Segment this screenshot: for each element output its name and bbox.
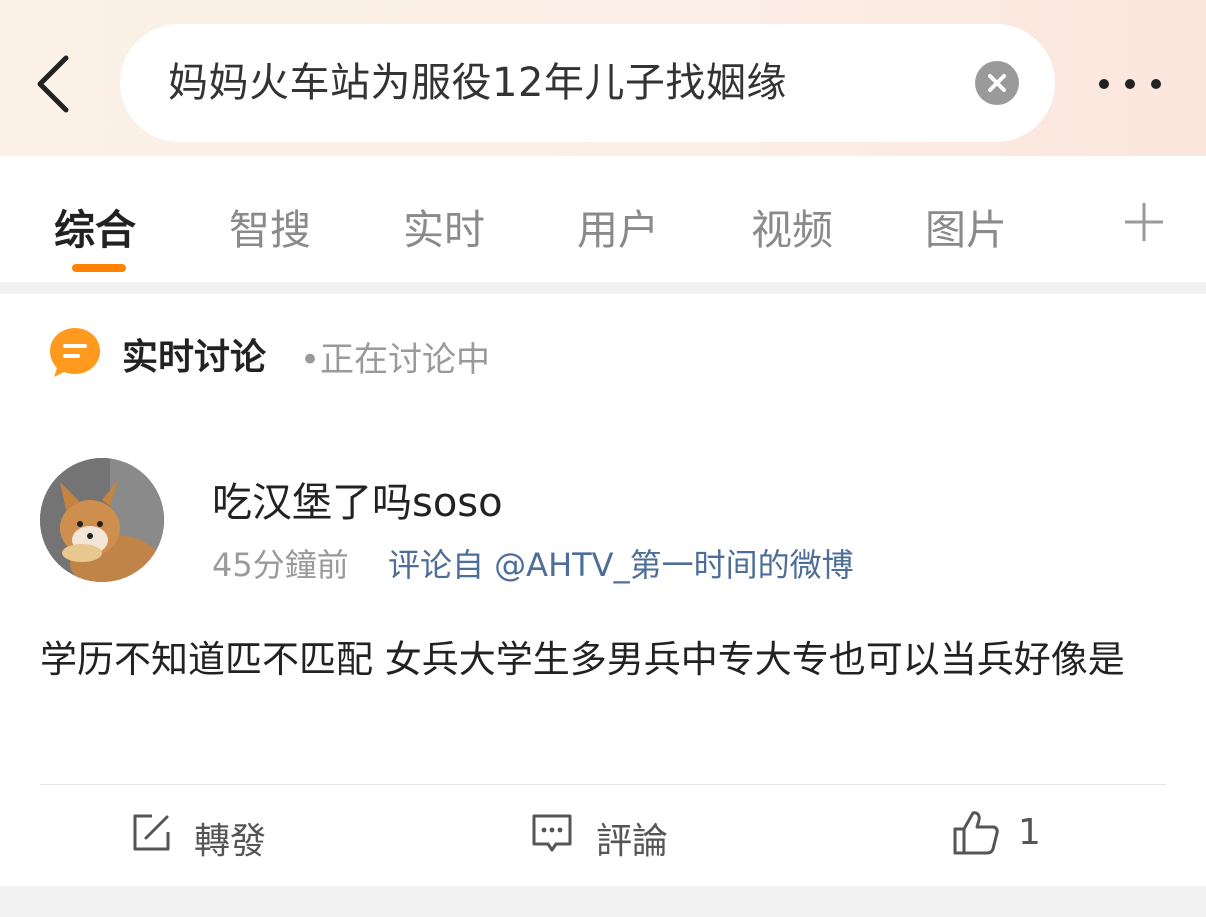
tab-users[interactable]: 用户 [577, 196, 659, 256]
tab-videos[interactable]: 视频 [751, 196, 833, 256]
plus-icon [1125, 203, 1163, 241]
divider [40, 784, 1166, 785]
back-chevron-icon [37, 55, 69, 113]
search-bar[interactable]: 妈妈火车站为服役12年儿子找姻缘 [120, 24, 1055, 142]
repost-button[interactable]: 轉發 [130, 804, 290, 864]
more-button[interactable] [1096, 72, 1168, 96]
add-tab-button[interactable] [1122, 200, 1166, 244]
repost-label: 轉發 [194, 821, 267, 862]
tab-images[interactable]: 图片 [925, 196, 1007, 256]
corgi-avatar-icon [40, 458, 164, 582]
post-time: 45分鐘前 [212, 546, 349, 584]
comment-label: 評論 [596, 821, 669, 862]
page: 妈妈火车站为服役12年儿子找姻缘 综合 智搜 实时 用户 视频 图片 实时讨论 … [0, 0, 1206, 917]
like-button[interactable]: 1 [952, 804, 1052, 864]
comment-icon [532, 814, 572, 852]
clear-icon [988, 74, 1006, 92]
chat-bubble-icon [50, 328, 100, 377]
tab-smart-search[interactable]: 智搜 [229, 196, 311, 256]
username[interactable]: 吃汉堡了吗soso [212, 470, 503, 528]
tab-realtime[interactable]: 实时 [403, 196, 485, 256]
section-status: •正在讨论中 [300, 340, 491, 380]
top-bar: 妈妈火车站为服役12年儿子找姻缘 [0, 0, 1206, 156]
like-count: 1 [1018, 812, 1041, 853]
active-tab-indicator [72, 264, 126, 272]
realtime-discussion-card: 实时讨论 •正在讨论中 吃汉堡了吗soso 45分鐘前 评论自 @AHTV_第一… [0, 294, 1206, 886]
section-separator [0, 282, 1206, 294]
thumb-up-icon [953, 811, 999, 855]
search-query[interactable]: 妈妈火车站为服役12年儿子找姻缘 [168, 24, 787, 142]
comment-button[interactable]: 評論 [530, 804, 690, 864]
back-button[interactable] [30, 52, 80, 116]
tab-comprehensive[interactable]: 综合 [54, 196, 136, 256]
avatar[interactable] [40, 458, 164, 582]
post-source-link[interactable]: 评论自 @AHTV_第一时间的微博 [388, 540, 854, 586]
edit-icon [133, 814, 170, 851]
clear-search-button[interactable] [975, 61, 1019, 105]
tab-bar: 综合 智搜 实时 用户 视频 图片 [0, 156, 1206, 282]
section-title: 实时讨论 [122, 337, 267, 378]
more-dots-icon [1099, 79, 1161, 89]
comment-text: 学历不知道匹不匹配 女兵大学生多男兵中专大专也可以当兵好像是 [40, 638, 1125, 681]
